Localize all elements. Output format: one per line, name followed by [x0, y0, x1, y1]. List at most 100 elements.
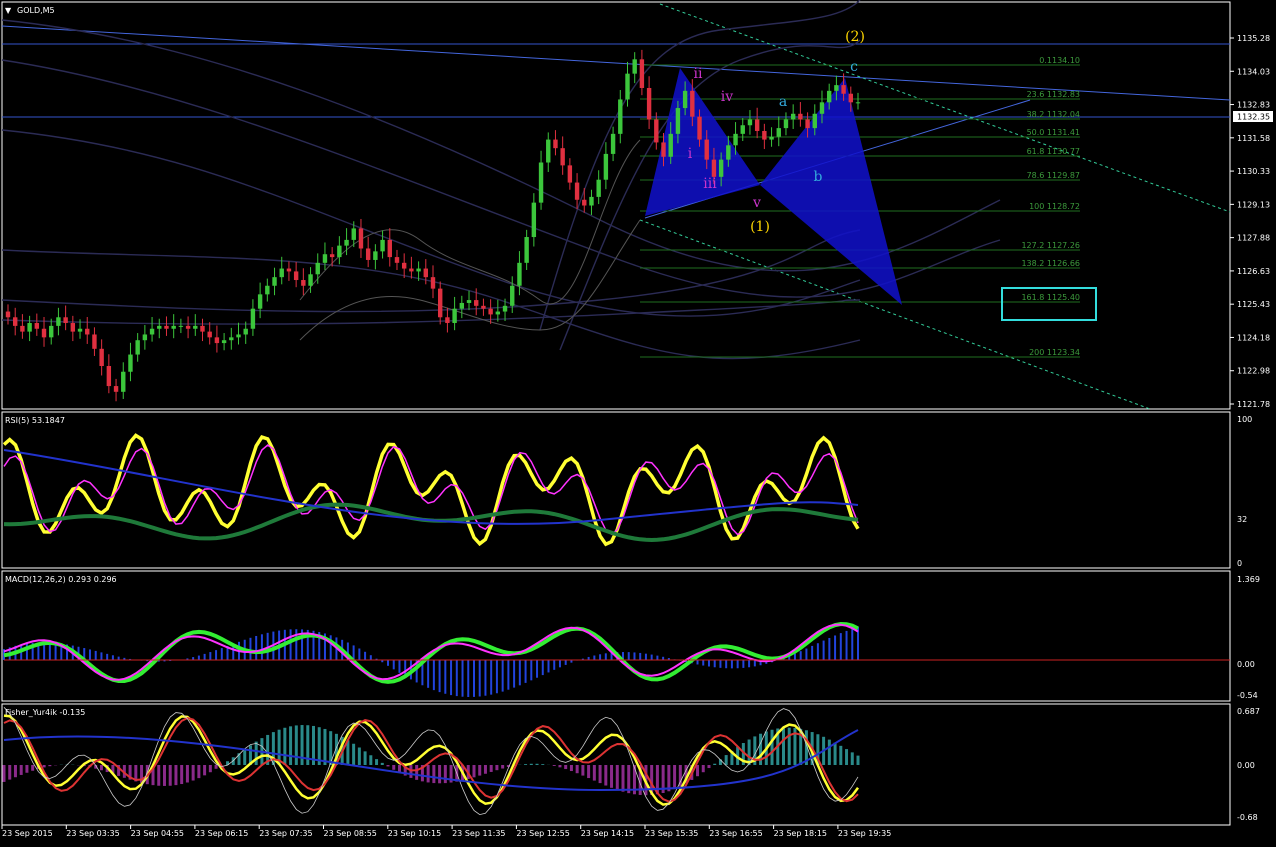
candle-body	[798, 113, 803, 120]
candle-body	[121, 371, 126, 392]
candle-body	[661, 142, 666, 157]
candle-body	[387, 239, 392, 258]
candle-body	[401, 262, 407, 269]
candle-body	[618, 99, 623, 134]
time-tick-label: 23 Sep 11:35	[452, 829, 505, 838]
price-tick-label: 1125.43	[1237, 300, 1270, 309]
candle-body	[438, 288, 443, 318]
price-tick-label: 1131.58	[1237, 134, 1270, 143]
fisher-tick-label: -0.68	[1237, 813, 1258, 822]
wave-minor-0: i	[688, 146, 693, 162]
candle-body	[790, 113, 796, 120]
candle-body	[718, 159, 724, 177]
fib-label-10: 200 1123.34	[1029, 348, 1080, 357]
fib-label-9: 161.8 1125.40	[1021, 293, 1080, 302]
candle-body	[236, 334, 241, 338]
candle-body	[142, 334, 148, 341]
candle-body	[639, 59, 645, 88]
price-tick-label: 1132.83	[1237, 101, 1270, 110]
candle-body	[279, 268, 284, 278]
candle-body	[603, 153, 609, 180]
rsi-label: RSI(5) 53.1847	[5, 416, 65, 425]
candle-body	[726, 145, 731, 160]
price-tick-label: 1122.98	[1237, 367, 1270, 376]
candle-body	[20, 325, 25, 332]
fib-label-3: 50.0 1131.41	[1027, 128, 1080, 137]
candle-body	[157, 325, 162, 329]
fisher-tick-label: 0.00	[1237, 761, 1255, 770]
candle-body	[272, 277, 277, 286]
candle-body	[711, 159, 717, 177]
fisher-label: Fisher_Yur4ik -0.135	[5, 708, 85, 717]
fib-label-5: 78.6 1129.87	[1027, 171, 1080, 180]
candle-body	[250, 308, 256, 329]
candle-body	[697, 116, 702, 140]
candle-body	[783, 119, 789, 129]
candle-body	[826, 90, 832, 103]
wave-primary-1: (2)	[845, 29, 865, 45]
fib-label-1: 23.6 1132.83	[1027, 90, 1080, 99]
candle-body	[812, 113, 817, 129]
candle-body	[466, 300, 472, 303]
candle-body	[214, 337, 220, 344]
candle-body	[49, 325, 54, 338]
candle-body	[99, 348, 104, 367]
candle-body	[502, 305, 508, 312]
candle-body	[409, 268, 414, 272]
candle-body	[690, 90, 695, 117]
candle-body	[416, 268, 421, 272]
candle-body	[488, 308, 493, 315]
time-tick-label: 23 Sep 2015	[2, 829, 53, 838]
candle-body	[221, 340, 227, 344]
candle-body	[149, 328, 155, 335]
candle-body	[265, 285, 270, 295]
symbol-title: GOLD,M5	[17, 6, 55, 15]
current-price-marker: 1132.35	[1233, 111, 1273, 122]
candle-body	[430, 277, 436, 289]
candle-body	[704, 139, 709, 160]
candle-body	[85, 328, 90, 335]
candle-body	[538, 162, 544, 203]
wave-minor-2: iii	[703, 176, 717, 192]
macd-tick-label: 0.00	[1237, 660, 1255, 669]
candle-body	[286, 268, 292, 272]
fib-label-0: 0.1134.10	[1039, 56, 1080, 65]
candle-body	[315, 262, 320, 275]
candle-body	[567, 165, 573, 183]
wave-abc-0: a	[779, 94, 787, 110]
candle-body	[27, 323, 32, 332]
macd-signal-line	[3, 623, 859, 681]
time-axis: 23 Sep 2015 23 Sep 03:35 23 Sep 04:55 23 Se…	[1, 825, 891, 838]
time-tick-label: 23 Sep 06:15	[195, 829, 248, 838]
chart-window: 0.1134.10 23.6 1132.83 38.2 1132.04 50.0 11…	[1, 0, 1273, 838]
candle-body	[582, 199, 587, 206]
candle-body	[92, 334, 97, 349]
candle-body	[474, 300, 479, 306]
candle-body	[70, 323, 76, 332]
panel-frame-1	[1, 411, 1231, 569]
panel-frame-3	[1, 703, 1231, 826]
candle-body	[34, 323, 40, 329]
candle-body	[351, 228, 356, 240]
time-tick-label: 23 Sep 12:55	[516, 829, 569, 838]
candle-body	[171, 325, 176, 329]
candle-body	[358, 228, 364, 249]
panel-borders	[1, 1, 1231, 826]
symbol-header[interactable]: ▼ GOLD,M5	[5, 6, 55, 15]
harmonic-triangle-xab	[645, 68, 760, 216]
candle-body	[365, 248, 371, 260]
macd-tick-label: -0.54	[1237, 691, 1258, 700]
bollinger-band-1	[299, 219, 641, 341]
candle-body	[207, 331, 212, 338]
candle-body	[423, 268, 428, 278]
wave-abc-2: c	[850, 59, 858, 75]
fib-label-8: 138.2 1126.66	[1021, 259, 1080, 268]
candle-body	[841, 85, 846, 94]
dropdown-triangle-icon[interactable]: ▼	[5, 6, 12, 15]
wave-minor-3: iv	[721, 89, 733, 105]
price-tick-label: 1121.78	[1237, 400, 1270, 409]
candle-body	[747, 119, 753, 126]
candle-body	[589, 196, 594, 206]
candle-body	[546, 139, 551, 163]
rsi-tick-label: 32	[1237, 515, 1247, 524]
